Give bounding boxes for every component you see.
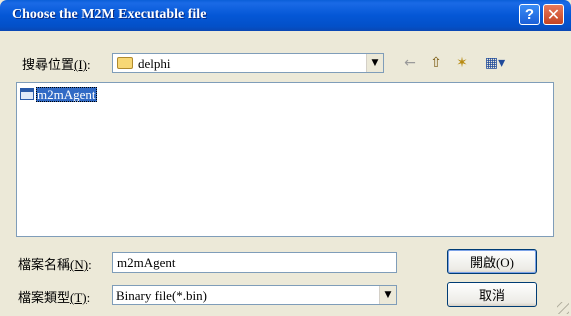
title-bar: Choose the M2M Executable file ? ✕ [0, 0, 571, 31]
filetype-accesskey: (T) [70, 290, 87, 305]
look-in-label: 搜尋位置(I): [22, 57, 91, 72]
open-button[interactable]: 開啟(O) [447, 249, 537, 274]
filetype-value: Binary file(*.bin) [116, 288, 207, 303]
resize-grip[interactable] [557, 302, 569, 314]
list-item[interactable]: m2mAgent [20, 86, 97, 102]
filetype-label: 檔案類型(T): [18, 290, 91, 305]
chevron-down-icon[interactable]: ▼ [366, 54, 383, 72]
filename-input[interactable] [113, 253, 396, 272]
file-name: m2mAgent [36, 86, 97, 102]
view-menu-icon[interactable]: ▦▾ [480, 54, 510, 72]
filetype-label-text: 檔案類型 [18, 290, 71, 305]
look-in-accesskey: (I) [74, 57, 88, 72]
window-title: Choose the M2M Executable file [12, 7, 207, 22]
cancel-button[interactable]: 取消 [447, 282, 537, 307]
file-list[interactable]: m2mAgent [16, 82, 554, 237]
folder-icon [117, 57, 133, 69]
close-button[interactable]: ✕ [543, 4, 564, 25]
look-in-combo[interactable]: delphi ▼ [112, 53, 384, 73]
help-button[interactable]: ? [519, 4, 540, 25]
filename-field[interactable] [112, 252, 397, 273]
look-in-value: delphi [138, 56, 171, 71]
filetype-combo[interactable]: Binary file(*.bin) ▼ [112, 285, 397, 305]
filename-label-text: 檔案名稱 [18, 257, 71, 272]
up-folder-icon[interactable]: ⇧ [426, 54, 446, 72]
application-icon [20, 88, 34, 100]
filename-accesskey: (N) [70, 257, 89, 272]
filename-label: 檔案名稱(N): [18, 257, 92, 272]
chevron-down-icon[interactable]: ▼ [379, 286, 396, 304]
back-icon[interactable]: ← [400, 54, 420, 72]
look-in-label-text: 搜尋位置 [22, 57, 75, 72]
new-folder-icon[interactable]: ✶ [452, 54, 472, 72]
